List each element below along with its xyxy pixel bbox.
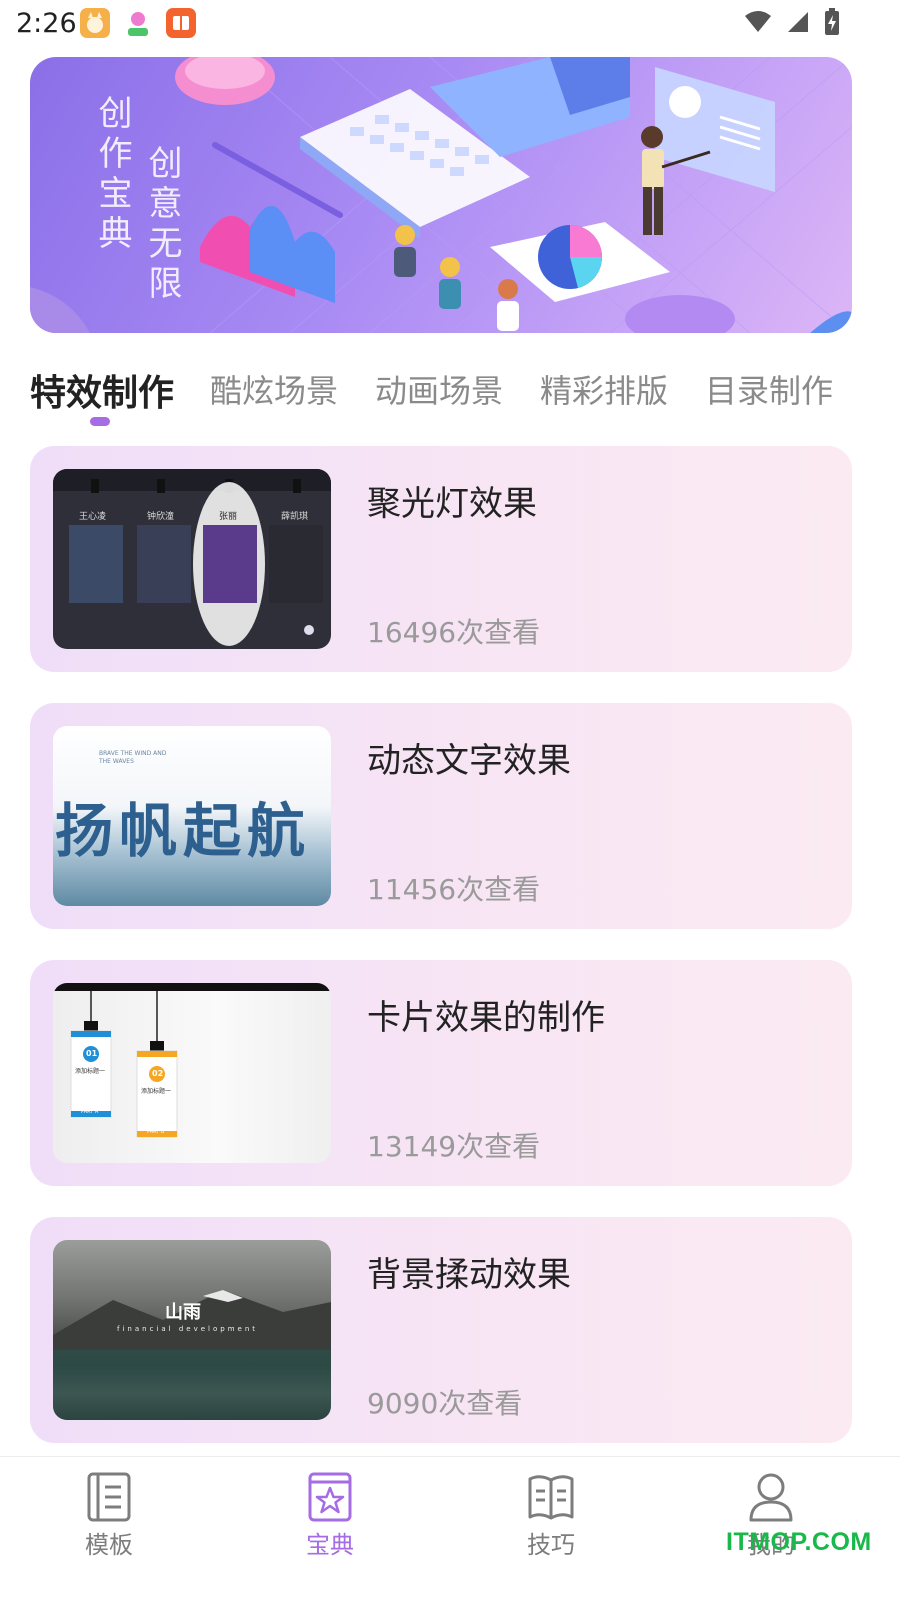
card-b-text: 添加标题一 [141, 1088, 172, 1095]
signal-icon [788, 12, 808, 32]
effect-card[interactable]: 01 02 添加标题一 添加标题一 PART A PART B 卡片效果的制作 … [30, 960, 852, 1186]
tab-layouts[interactable]: 精彩排版 [540, 366, 668, 412]
card-view-count: 11456次查看 [367, 873, 541, 906]
status-bar: 2:26 [0, 0, 900, 50]
tab-catalog[interactable]: 目录制作 [705, 366, 833, 412]
card-a-text: 添加标题一 [75, 1068, 106, 1075]
thumb-small-text: BRAVE THE WIND AND THE WAVES [99, 750, 167, 765]
card-b-part: PART B [147, 1129, 165, 1135]
nav-label: 模板 [85, 1531, 133, 1559]
cat-app-icon [80, 8, 110, 38]
thumb-subtitle: financial development [117, 1325, 259, 1333]
card-a-part: PART A [81, 1109, 99, 1115]
card-title: 动态文字效果 [367, 741, 571, 781]
card-thumbnail: 01 02 添加标题一 添加标题一 PART A PART B [53, 983, 331, 1163]
thumb-name-4: 薛凯琪 [281, 512, 309, 522]
effect-card[interactable]: 王心凌 钟欣潼 张丽 薛凯琪 聚光灯效果 16496次查看 [30, 446, 852, 672]
thumb-title: 山雨 [165, 1302, 201, 1323]
card-title: 背景揉动效果 [367, 1255, 571, 1295]
card-title: 聚光灯效果 [367, 484, 537, 524]
template-icon [87, 1472, 131, 1522]
effect-card[interactable]: BRAVE THE WIND AND THE WAVES 扬帆起航 动态文字效果… [30, 703, 852, 929]
status-icons [744, 8, 840, 36]
thumb-name-2: 钟欣潼 [147, 512, 175, 522]
guide-star-icon [308, 1472, 352, 1522]
card-view-count: 9090次查看 [367, 1387, 523, 1420]
badge-01: 01 [86, 1049, 98, 1058]
profile-icon [749, 1473, 793, 1522]
thumb-name-3: 张丽 [219, 512, 238, 522]
book-app-icon [166, 8, 196, 38]
thumb-name-1: 王心凌 [79, 512, 107, 522]
site-watermark: ITMOP.COM [726, 1528, 872, 1556]
card-view-count: 16496次查看 [367, 616, 541, 649]
battery-icon [825, 8, 839, 35]
tab-cool-scenes[interactable]: 酷炫场景 [210, 366, 338, 412]
status-time: 2:26 [16, 8, 77, 39]
tab-animation-scenes[interactable]: 动画场景 [375, 366, 503, 412]
effect-card[interactable]: 山雨 financial development 背景揉动效果 9090次查看 [30, 1217, 852, 1443]
book-icon [528, 1475, 574, 1520]
card-thumbnail: 王心凌 钟欣潼 张丽 薛凯琪 [53, 469, 331, 649]
card-thumbnail: 山雨 financial development [53, 1240, 331, 1420]
nav-tips[interactable]: 技巧 [491, 1471, 611, 1560]
card-thumbnail: BRAVE THE WIND AND THE WAVES 扬帆起航 [53, 726, 331, 906]
nav-label: 宝典 [306, 1531, 354, 1559]
banner-title-line2: 创意无限 [142, 145, 182, 305]
avatar-app-icon [123, 8, 153, 38]
wifi-icon [745, 11, 771, 32]
card-title: 卡片效果的制作 [367, 998, 605, 1038]
badge-02: 02 [152, 1069, 164, 1078]
nav-label: 技巧 [527, 1531, 575, 1559]
thumb-big-text: 扬帆起航 [55, 797, 312, 865]
promo-banner[interactable]: 创作宝典 创意无限 [30, 57, 852, 333]
card-view-count: 13149次查看 [367, 1130, 541, 1163]
active-tab-indicator [90, 417, 110, 426]
banner-title-line1: 创作宝典 [92, 95, 132, 255]
category-tabs: 特效制作 酷炫场景 动画场景 精彩排版 目录制作 [0, 360, 900, 430]
nav-guide[interactable]: 宝典 [270, 1471, 390, 1560]
tab-effects[interactable]: 特效制作 [30, 364, 174, 416]
nav-templates[interactable]: 模板 [49, 1471, 169, 1560]
